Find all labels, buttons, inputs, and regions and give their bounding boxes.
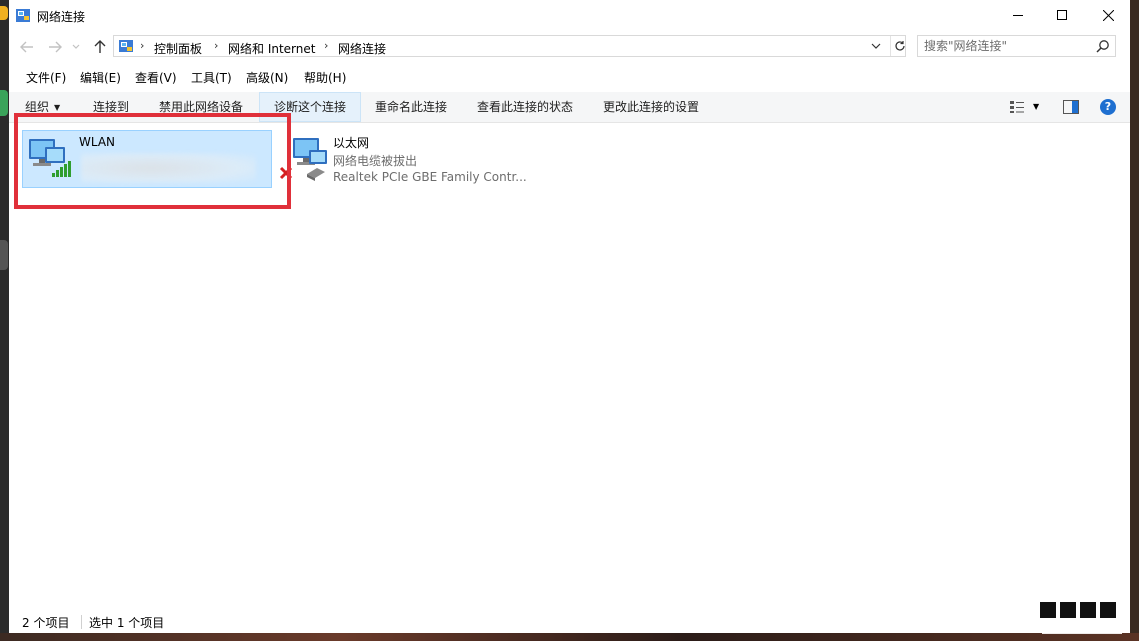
item-count: 2 个项目 xyxy=(22,616,70,630)
forward-arrow-icon xyxy=(49,41,62,53)
up-button[interactable] xyxy=(92,39,108,55)
disable-device-button[interactable]: 禁用此网络设备 xyxy=(159,92,243,122)
connections-list: WLAN 以太网 网络电缆被拔出 Realtek PCIe GBE Family… xyxy=(9,123,1130,603)
menu-bar: 文件(F) 编辑(E) 查看(V) 工具(T) 高级(N) 帮助(H) xyxy=(9,66,1130,88)
desktop-left-edge xyxy=(0,0,9,641)
chevron-down-icon xyxy=(72,44,80,49)
help-icon[interactable]: ? xyxy=(1100,99,1116,115)
forward-button[interactable] xyxy=(47,39,63,55)
recent-locations-button[interactable] xyxy=(71,39,81,55)
desktop-right-edge xyxy=(1130,0,1139,641)
connection-ethernet[interactable]: 以太网 网络电缆被拔出 Realtek PCIe GBE Family Cont… xyxy=(279,130,545,188)
selected-count: 选中 1 个项目 xyxy=(89,616,165,630)
connection-name: WLAN xyxy=(79,135,116,149)
control-panel-icon xyxy=(119,40,133,52)
menu-advanced[interactable]: 高级(N) xyxy=(246,69,288,86)
back-button[interactable] xyxy=(19,39,35,55)
command-bar: 组织 ▼ 连接到 禁用此网络设备 诊断这个连接 重命名此连接 查看此连接的状态 更… xyxy=(9,92,1130,123)
breadcrumb-control-panel[interactable]: 控制面板 xyxy=(154,40,202,57)
menu-edit[interactable]: 编辑(E) xyxy=(80,69,121,86)
chevron-down-icon[interactable]: ▼ xyxy=(1033,102,1039,111)
close-icon xyxy=(1102,9,1114,21)
maximize-button[interactable] xyxy=(1039,0,1085,30)
search-icon[interactable] xyxy=(1096,39,1110,53)
unplugged-x-icon xyxy=(279,166,293,180)
rename-button[interactable]: 重命名此连接 xyxy=(375,92,447,122)
obscured-network-name xyxy=(81,153,256,183)
up-arrow-icon xyxy=(94,40,106,53)
breadcrumb-network-internet[interactable]: 网络和 Internet xyxy=(228,40,315,57)
menu-help[interactable]: 帮助(H) xyxy=(304,69,346,86)
connection-name: 以太网 xyxy=(333,136,370,150)
organize-label: 组织 xyxy=(25,100,50,114)
address-row: › 控制面板 › 网络和 Internet › 网络连接 xyxy=(9,34,1130,60)
chevron-down-icon: ▼ xyxy=(54,103,61,112)
menu-tools[interactable]: 工具(T) xyxy=(191,69,232,86)
connection-wlan[interactable]: WLAN xyxy=(22,130,272,188)
menu-view[interactable]: 查看(V) xyxy=(135,69,177,86)
breadcrumb-separator: › xyxy=(324,39,329,52)
refresh-button[interactable] xyxy=(890,36,909,56)
title-bar: 网络连接 xyxy=(9,0,1130,30)
address-bar[interactable]: › 控制面板 › 网络和 Internet › 网络连接 xyxy=(113,35,906,57)
change-settings-button[interactable]: 更改此连接的设置 xyxy=(603,92,699,122)
chevron-down-icon xyxy=(871,43,881,49)
minimize-icon xyxy=(1013,15,1023,16)
taskbar-edge xyxy=(0,633,1139,641)
maximize-icon xyxy=(1057,10,1067,20)
minimize-button[interactable] xyxy=(995,0,1041,30)
breadcrumb-separator: › xyxy=(140,39,145,52)
network-connections-window: 网络连接 › 控制面板 › 网络和 Internet › 网络连接 搜索"网络连… xyxy=(9,0,1130,633)
search-box[interactable] xyxy=(917,35,1116,57)
window-title: 网络连接 xyxy=(37,10,86,24)
view-options-icon[interactable] xyxy=(1009,100,1025,114)
status-divider xyxy=(81,615,82,629)
connection-status: 网络电缆被拔出 xyxy=(333,154,418,168)
breadcrumb-separator: › xyxy=(214,39,219,52)
organize-button[interactable]: 组织 ▼ xyxy=(25,92,60,122)
connect-to-button[interactable]: 连接到 xyxy=(93,92,129,122)
diagnose-button[interactable]: 诊断这个连接 xyxy=(259,92,361,122)
refresh-icon xyxy=(895,41,905,51)
back-arrow-icon xyxy=(20,41,33,53)
search-input[interactable] xyxy=(924,38,1094,54)
menu-file[interactable]: 文件(F) xyxy=(26,69,66,86)
view-status-button[interactable]: 查看此连接的状态 xyxy=(477,92,573,122)
address-history-dropdown[interactable] xyxy=(868,38,884,54)
wireless-network-icon xyxy=(29,139,71,177)
breadcrumb-network-connections[interactable]: 网络连接 xyxy=(338,40,386,57)
network-connections-icon xyxy=(16,9,30,22)
status-bar: 2 个项目 选中 1 个项目 xyxy=(9,609,1130,633)
connection-device: Realtek PCIe GBE Family Contr... xyxy=(333,170,527,184)
close-button[interactable] xyxy=(1085,0,1130,30)
preview-pane-icon[interactable] xyxy=(1063,100,1079,114)
